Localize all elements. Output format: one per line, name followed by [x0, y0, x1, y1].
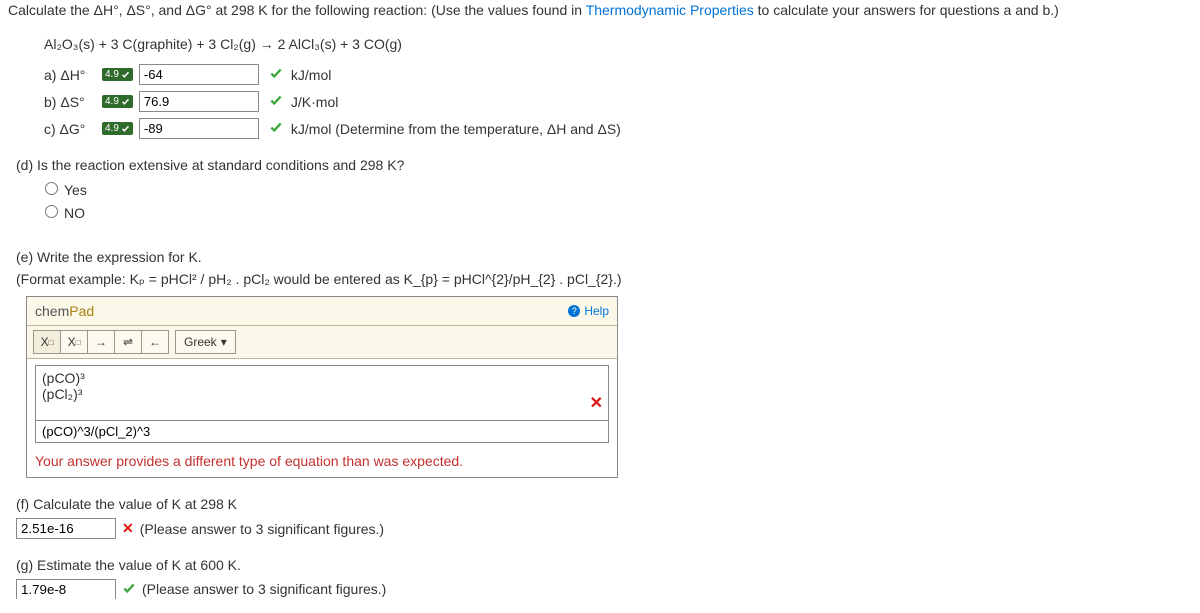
part-f-prompt: (f) Calculate the value of K at 298 K: [16, 496, 1192, 512]
part-a-label: a) ΔH°: [44, 67, 102, 83]
score-badge-b: 4.9: [102, 95, 133, 108]
arrow-left-button[interactable]: ←: [142, 331, 168, 353]
part-g-hint: (Please answer to 3 significant figures.…: [142, 581, 386, 597]
score-badge-a: 4.9: [102, 68, 133, 81]
clear-button[interactable]: ✕: [590, 393, 603, 413]
rendered-expression[interactable]: (pCO)³ (pCl₂)³: [35, 365, 609, 421]
part-d-prompt: (d) Is the reaction extensive at standar…: [16, 157, 1192, 173]
greek-dropdown[interactable]: Greek ▾: [175, 330, 236, 354]
part-g-prompt: (g) Estimate the value of K at 600 K.: [16, 557, 1192, 573]
subscript-button[interactable]: X□: [34, 331, 61, 353]
score-badge-c: 4.9: [102, 122, 133, 135]
radio-yes[interactable]: Yes: [40, 182, 87, 198]
part-c-label: c) ΔG°: [44, 121, 102, 137]
thermo-link[interactable]: Thermodynamic Properties: [586, 2, 754, 18]
cross-icon: ✕: [122, 520, 134, 537]
error-feedback: Your answer provides a different type of…: [27, 449, 617, 477]
part-b-unit: J/K·mol: [291, 94, 338, 110]
part-a-unit: kJ/mol: [291, 67, 331, 83]
part-f-hint: (Please answer to 3 significant figures.…: [140, 521, 384, 537]
part-g-input[interactable]: [16, 579, 116, 599]
chempad: chemPad ?Help X□ X□ → ⇌ ← Greek ▾ (pCO)³…: [26, 296, 618, 478]
part-e-line1: (e) Write the expression for K.: [16, 249, 1192, 265]
question-intro: Calculate the ΔH°, ΔS°, and ΔG° at 298 K…: [8, 2, 1192, 18]
help-icon: ?: [568, 305, 580, 317]
part-b-label: b) ΔS°: [44, 94, 102, 110]
help-link[interactable]: ?Help: [568, 304, 609, 318]
part-a-input[interactable]: [139, 64, 259, 85]
part-b-input[interactable]: [139, 91, 259, 112]
radio-no[interactable]: NO: [40, 205, 85, 221]
part-c-unit: kJ/mol (Determine from the temperature, …: [291, 121, 621, 137]
raw-expression-input[interactable]: [35, 421, 609, 443]
chempad-title: chemPad: [35, 303, 94, 319]
check-icon: [122, 581, 136, 598]
arrow-right-button[interactable]: →: [88, 331, 115, 353]
reaction-equation: Al₂O₃(s) + 3 C(graphite) + 3 Cl₂(g) → 2 …: [44, 36, 1192, 52]
check-icon: [269, 66, 283, 83]
superscript-button[interactable]: X□: [61, 331, 88, 353]
part-e-line2: (Format example: Kₚ = pHCl² / pH₂ . pCl₂…: [16, 271, 1192, 288]
caret-down-icon: ▾: [221, 335, 227, 349]
equilibrium-button[interactable]: ⇌: [115, 331, 142, 353]
check-icon: [269, 93, 283, 110]
format-buttons: X□ X□ → ⇌ ←: [33, 330, 169, 354]
part-c-input[interactable]: [139, 118, 259, 139]
part-f-input[interactable]: [16, 518, 116, 539]
check-icon: [269, 120, 283, 137]
